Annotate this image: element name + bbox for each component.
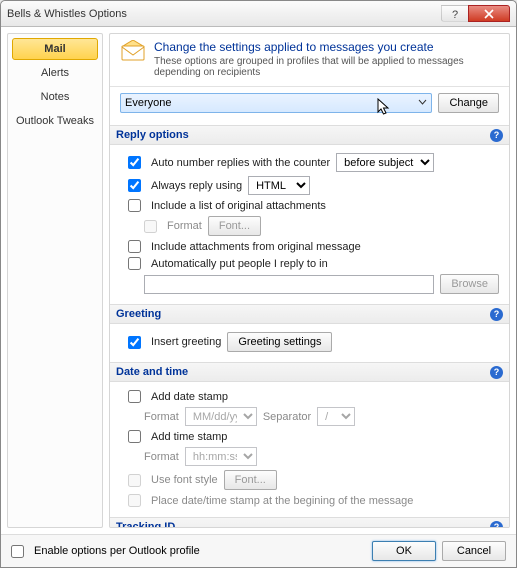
header-subtitle: These options are grouped in profiles th… — [154, 56, 499, 78]
help-icon[interactable]: ? — [490, 521, 503, 528]
include-attach-label: Include attachments from original messag… — [151, 241, 361, 253]
titlebar: Bells & Whistles Options ? — [1, 1, 516, 27]
format-label: Format — [167, 220, 202, 232]
time-format-select: hh:mm:ss — [185, 447, 257, 466]
use-font-label: Use font style — [151, 474, 218, 486]
contacts-folder-input — [144, 275, 434, 294]
include-list-label: Include a list of original attachments — [151, 200, 326, 212]
add-time-label: Add time stamp — [151, 431, 227, 443]
add-time-checkbox[interactable] — [128, 430, 141, 443]
header-title: Change the settings applied to messages … — [154, 40, 499, 54]
window-title: Bells & Whistles Options — [7, 8, 442, 20]
sidebar-item-mail[interactable]: Mail — [12, 38, 98, 60]
help-icon[interactable]: ? — [490, 129, 503, 142]
insert-greeting-checkbox[interactable] — [128, 336, 141, 349]
auto-put-people-label: Automatically put people I reply to in — [151, 258, 328, 270]
include-attach-checkbox[interactable] — [128, 240, 141, 253]
separator-label: Separator — [263, 411, 311, 423]
sidebar-item-outlook-tweaks[interactable]: Outlook Tweaks — [12, 110, 98, 132]
always-reply-checkbox[interactable] — [128, 179, 141, 192]
date-format-label: Format — [144, 411, 179, 423]
sidebar-item-alerts[interactable]: Alerts — [12, 62, 98, 84]
include-list-checkbox[interactable] — [128, 199, 141, 212]
enable-per-profile-checkbox[interactable] — [11, 545, 24, 558]
header: Change the settings applied to messages … — [110, 34, 509, 87]
place-begin-label: Place date/time stamp at the begining of… — [151, 495, 413, 507]
profile-combo[interactable]: Everyone — [120, 93, 432, 113]
sidebar: Mail Alerts Notes Outlook Tweaks — [7, 33, 103, 528]
place-begin-checkbox — [128, 494, 141, 507]
always-reply-label: Always reply using — [151, 180, 242, 192]
auto-number-label: Auto number replies with the counter — [151, 157, 330, 169]
section-reply-options: Reply options ? — [110, 125, 509, 145]
greeting-settings-button[interactable]: Greeting settings — [227, 332, 332, 352]
dt-font-button: Font... — [224, 470, 277, 490]
font-button: Font... — [208, 216, 261, 236]
time-format-label: Format — [144, 451, 179, 463]
main-panel: Change the settings applied to messages … — [109, 33, 510, 528]
svg-text:?: ? — [452, 9, 458, 19]
insert-greeting-label: Insert greeting — [151, 336, 221, 348]
auto-put-people-checkbox[interactable] — [128, 257, 141, 270]
change-button[interactable]: Change — [438, 93, 499, 113]
help-icon[interactable]: ? — [490, 308, 503, 321]
close-button[interactable] — [468, 5, 510, 22]
options-window: Bells & Whistles Options ? Mail Alerts N… — [0, 0, 517, 568]
add-date-checkbox[interactable] — [128, 390, 141, 403]
auto-number-checkbox[interactable] — [128, 156, 141, 169]
add-date-label: Add date stamp — [151, 391, 228, 403]
profile-combo-value: Everyone — [125, 97, 171, 109]
footer: Enable options per Outlook profile OK Ca… — [1, 534, 516, 567]
browse-button: Browse — [440, 274, 499, 294]
auto-number-position-select[interactable]: before subject — [336, 153, 434, 172]
enable-per-profile-label: Enable options per Outlook profile — [34, 545, 200, 557]
options-scroll[interactable]: Reply options ? Auto number replies with… — [110, 119, 509, 527]
help-button[interactable]: ? — [441, 5, 469, 22]
chevron-down-icon — [418, 98, 427, 107]
section-date-time: Date and time ? — [110, 362, 509, 382]
window-buttons: ? — [442, 5, 510, 22]
ok-button[interactable]: OK — [372, 541, 436, 561]
sidebar-item-notes[interactable]: Notes — [12, 86, 98, 108]
section-tracking-id: Tracking ID ? — [110, 517, 509, 527]
cancel-button[interactable]: Cancel — [442, 541, 506, 561]
envelope-icon — [120, 40, 146, 78]
reply-format-select[interactable]: HTML — [248, 176, 310, 195]
date-format-select: MM/dd/yyyy — [185, 407, 257, 426]
use-font-checkbox — [128, 474, 141, 487]
separator-select: / — [317, 407, 355, 426]
help-icon[interactable]: ? — [490, 366, 503, 379]
mouse-cursor-icon — [377, 98, 391, 116]
section-greeting: Greeting ? — [110, 304, 509, 324]
format-checkbox — [144, 220, 157, 233]
